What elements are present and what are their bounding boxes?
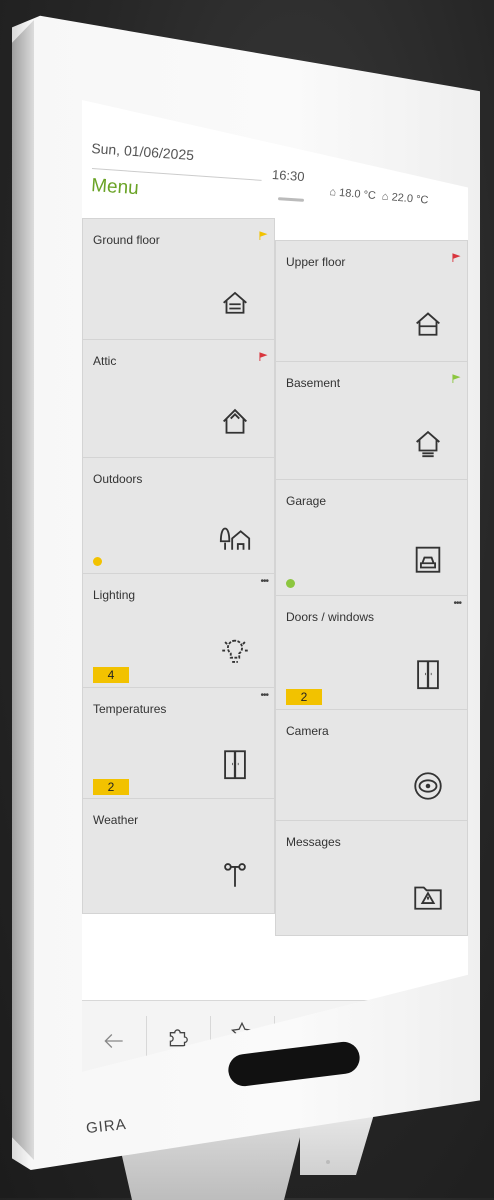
status-flag-icon [259,348,268,361]
bulb-icon [218,635,252,669]
door-icon [411,657,445,691]
count-badge: 2 [93,778,129,795]
date-display: Sun, 01/06/2025 [90,140,195,164]
tile-temperatures[interactable]: Temperatures ••• 2 [82,686,275,804]
more-options-icon[interactable]: ••• [260,576,268,587]
tile-weather[interactable]: Weather [82,798,275,914]
tile-label: Outdoors [93,472,143,487]
tile-garage[interactable]: Garage [275,479,468,599]
tile-label: Temperatures [93,701,167,716]
status-flag-icon [259,227,268,240]
tile-outdoors[interactable]: Outdoors [82,457,275,577]
tile-basement[interactable]: Basement [275,360,468,482]
tile-label: Lighting [93,588,136,603]
tile-messages[interactable]: Messages [275,820,468,936]
more-options-icon[interactable]: ••• [453,598,461,609]
house-stairs-icon [218,283,252,317]
touch-screen: Sun, 01/06/2025 Menu 16:30 ⌂ 18.0 °C ⌂ 2… [82,100,468,1072]
status-flag-icon [452,249,461,262]
tile-doors-windows[interactable]: Doors / windows ••• 2 [275,595,468,714]
count-badge: 4 [93,666,129,683]
panel-side-edge [12,20,34,1160]
status-dot [286,578,295,588]
tile-label: Doors / windows [286,610,375,625]
tile-upper-floor[interactable]: Upper floor [275,240,468,362]
house-attic-icon [218,403,252,437]
tile-label: Upper floor [286,255,346,269]
message-folder-icon [411,879,445,913]
time-display: 16:30 [271,166,306,185]
anemometer-icon [218,857,252,891]
tile-label: Ground floor [93,233,160,247]
tile-label: Camera [286,723,329,738]
pull-down-handle[interactable] [277,197,305,202]
status-led [326,1160,330,1164]
back-arrow-icon [104,1034,123,1048]
indoor-temp: 22.0 °C [391,191,429,207]
outdoor-temp: 18.0 °C [338,186,377,203]
status-dot [93,556,102,566]
camera-eye-icon [411,769,445,803]
tile-camera[interactable]: Camera [275,708,468,826]
outdoor-temp-icon: ⌂ [328,186,337,199]
garage-icon [411,542,445,576]
status-flag-icon [452,370,461,383]
tile-label: Messages [286,835,341,849]
tile-ground-floor[interactable]: Ground floor [82,218,275,340]
more-options-icon[interactable]: ••• [260,690,268,701]
tile-label: Weather [93,813,139,827]
house-upper-icon [411,305,445,339]
tree-house-icon [218,520,252,554]
count-badge: 2 [286,688,322,705]
page-title: Menu [90,175,140,200]
temperature-readout: ⌂ 18.0 °C ⌂ 22.0 °C [329,186,429,207]
tile-attic[interactable]: Attic [82,338,275,460]
tile-label: Attic [93,353,117,368]
tile-lighting[interactable]: Lighting ••• 4 [82,573,275,692]
tile-label: Garage [286,494,327,509]
indoor-temp-icon: ⌂ [378,190,390,204]
tile-label: Basement [286,375,341,390]
house-basement-icon [411,425,445,459]
door-icon [218,747,252,781]
